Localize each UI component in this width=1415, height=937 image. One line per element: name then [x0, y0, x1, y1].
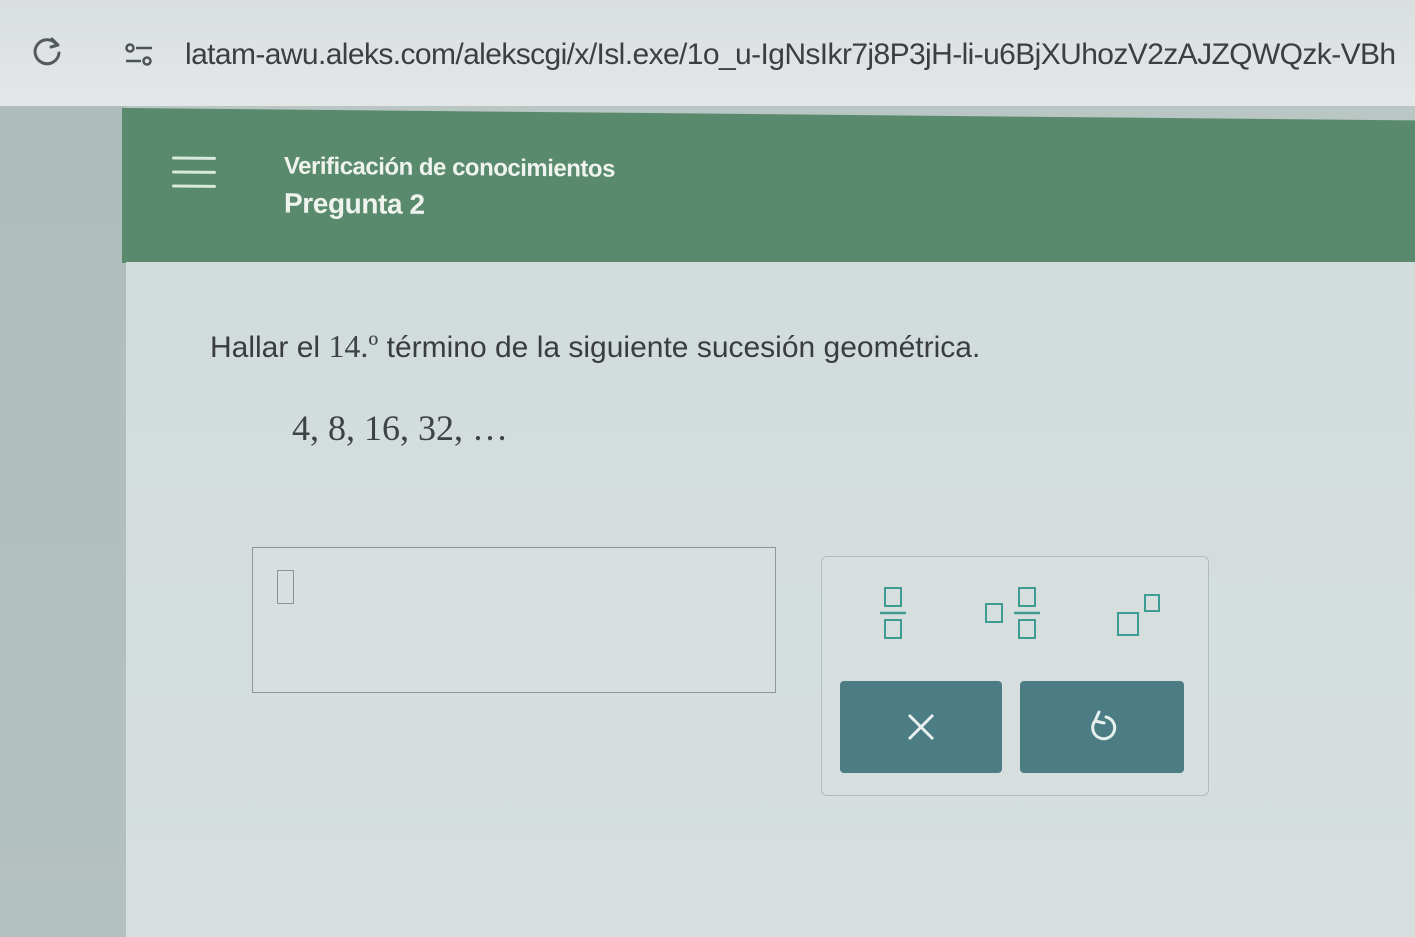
question-panel: Hallar el 14.º término de la siguiente s…	[126, 262, 1415, 937]
math-toolbox	[821, 556, 1209, 796]
clear-button[interactable]	[840, 681, 1002, 773]
undo-button[interactable]	[1020, 681, 1184, 773]
mixed-number-icon	[985, 587, 1040, 639]
assessment-header: Verificación de conocimientos Pregunta 2	[122, 108, 1415, 276]
question-prefix: Hallar el	[210, 331, 329, 364]
question-suffix: término de la siguiente sucesión geométr…	[378, 331, 981, 364]
close-icon	[907, 713, 935, 741]
question-ordinal: 14.º	[328, 328, 379, 364]
reload-icon[interactable]	[30, 34, 64, 68]
browser-address-bar: latam-awu.aleks.com/alekscgi/x/Isl.exe/1…	[0, 0, 1415, 106]
undo-icon	[1091, 710, 1117, 741]
left-gutter	[0, 106, 126, 937]
header-title: Verificación de conocimientos	[284, 152, 615, 183]
fraction-icon	[880, 587, 906, 639]
question-number: Pregunta 2	[284, 187, 425, 220]
fraction-button[interactable]	[838, 573, 948, 659]
url-text[interactable]: latam-awu.aleks.com/alekscgi/x/Isl.exe/1…	[185, 38, 1415, 72]
hamburger-menu-icon[interactable]	[172, 156, 216, 192]
site-info-icon[interactable]	[124, 42, 154, 68]
question-text: Hallar el 14.º término de la siguiente s…	[210, 328, 980, 365]
exponent-icon	[1117, 594, 1160, 636]
answer-placeholder-box[interactable]	[277, 570, 294, 604]
answer-input[interactable]	[252, 547, 776, 693]
exponent-button[interactable]	[1084, 573, 1194, 659]
sequence-terms: 4, 8, 16, 32, …	[292, 408, 508, 448]
mixed-number-button[interactable]	[962, 573, 1072, 659]
